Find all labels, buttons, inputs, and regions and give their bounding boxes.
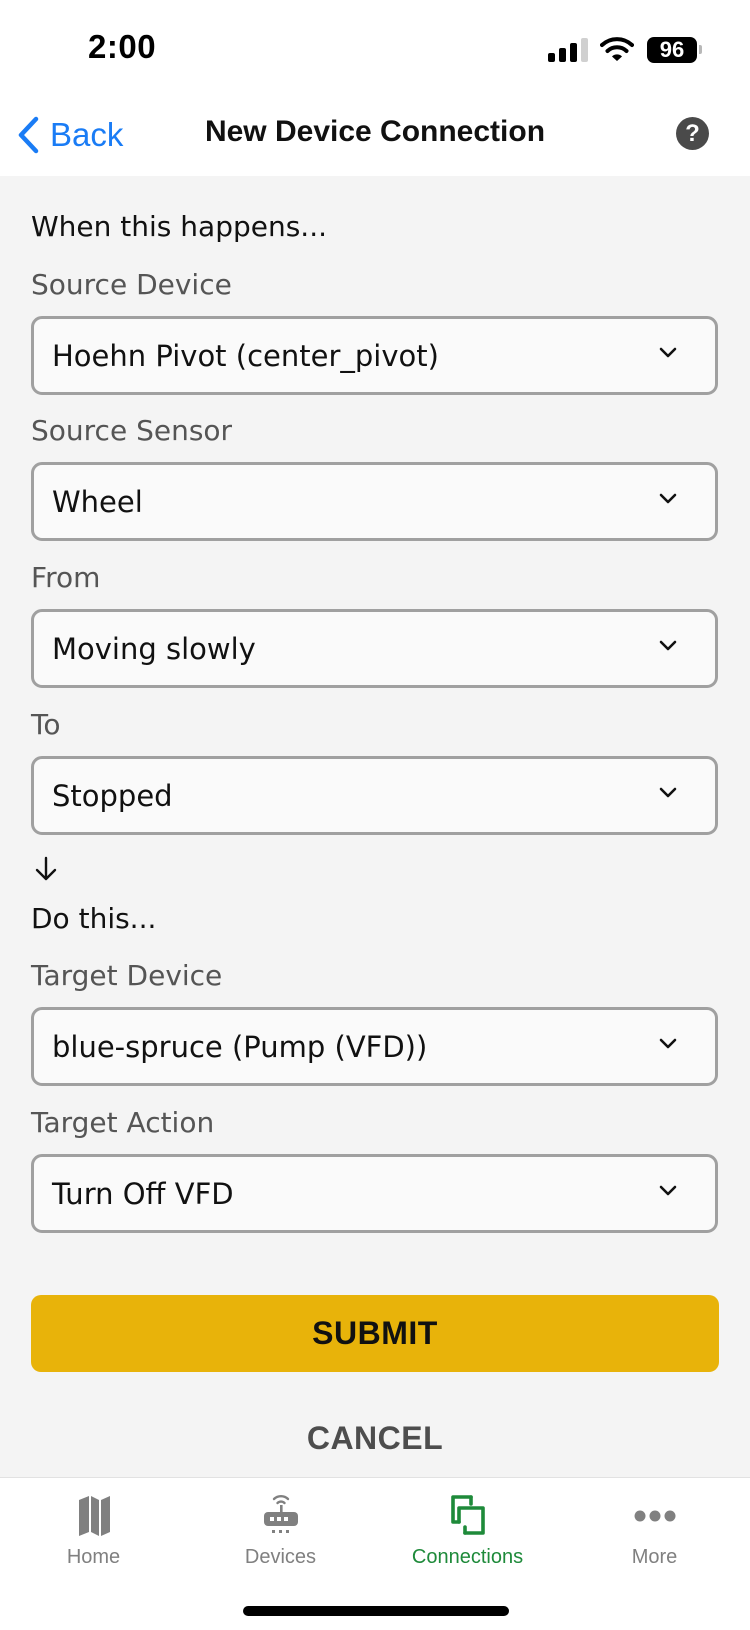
submit-button[interactable]: SUBMIT — [31, 1295, 719, 1372]
source-device-select[interactable]: Hoehn Pivot (center_pivot) — [31, 316, 718, 395]
tab-bar: Home Devices Connections More — [0, 1477, 750, 1630]
target-action-select[interactable]: Turn Off VFD — [31, 1154, 718, 1233]
tab-more[interactable]: More — [561, 1478, 748, 1578]
tab-connections-label: Connections — [411, 1546, 524, 1568]
target-device-select[interactable]: blue-spruce (Pump (VFD)) — [31, 1007, 718, 1086]
chevron-down-icon — [659, 347, 677, 358]
target-action-value: Turn Off VFD — [52, 1176, 234, 1211]
page-title: New Device Connection — [204, 115, 546, 148]
map-icon — [78, 1496, 110, 1536]
source-device-label: Source Device — [31, 268, 232, 301]
chevron-down-icon — [659, 1185, 677, 1196]
status-time: 2:00 — [88, 28, 157, 65]
cancel-button[interactable]: CANCEL — [275, 1420, 475, 1464]
router-icon — [263, 1494, 298, 1533]
from-state-select[interactable]: Moving slowly — [31, 609, 718, 688]
battery-icon: 96 — [647, 37, 697, 63]
help-icon[interactable]: ? — [676, 117, 709, 150]
target-action-label: Target Action — [31, 1106, 215, 1139]
source-device-value: Hoehn Pivot (center_pivot) — [52, 338, 439, 373]
action-heading: Do this... — [31, 902, 157, 935]
to-state-value: Stopped — [52, 778, 173, 813]
home-indicator[interactable] — [243, 1606, 509, 1616]
status-bar: 2:00 96 — [0, 0, 750, 95]
to-state-select[interactable]: Stopped — [31, 756, 718, 835]
target-device-value: blue-spruce (Pump (VFD)) — [52, 1029, 428, 1064]
source-sensor-select[interactable]: Wheel — [31, 462, 718, 541]
chevron-down-icon — [659, 493, 677, 504]
chevron-down-icon — [659, 787, 677, 798]
target-device-label: Target Device — [31, 959, 223, 992]
cellular-signal-icon — [548, 38, 588, 62]
connections-icon — [450, 1495, 485, 1535]
chevron-down-icon — [659, 1038, 677, 1049]
source-sensor-label: Source Sensor — [31, 414, 233, 447]
navigation-bar: Back New Device Connection ? — [0, 95, 750, 176]
tab-connections[interactable]: Connections — [374, 1478, 561, 1578]
tab-devices-label: Devices — [244, 1546, 317, 1568]
from-state-value: Moving slowly — [52, 631, 256, 666]
more-dots-icon — [634, 1510, 675, 1522]
to-state-label: To — [31, 708, 61, 741]
from-state-label: From — [31, 561, 101, 594]
wifi-icon — [600, 37, 634, 61]
arrow-down-icon — [35, 856, 57, 881]
tab-devices[interactable]: Devices — [187, 1478, 374, 1578]
chevron-down-icon — [659, 640, 677, 651]
tab-more-label: More — [631, 1546, 678, 1568]
tab-home[interactable]: Home — [0, 1478, 187, 1578]
source-sensor-value: Wheel — [52, 484, 143, 519]
tab-home-label: Home — [66, 1546, 121, 1568]
battery-nub — [699, 45, 702, 54]
trigger-heading: When this happens... — [31, 210, 328, 243]
